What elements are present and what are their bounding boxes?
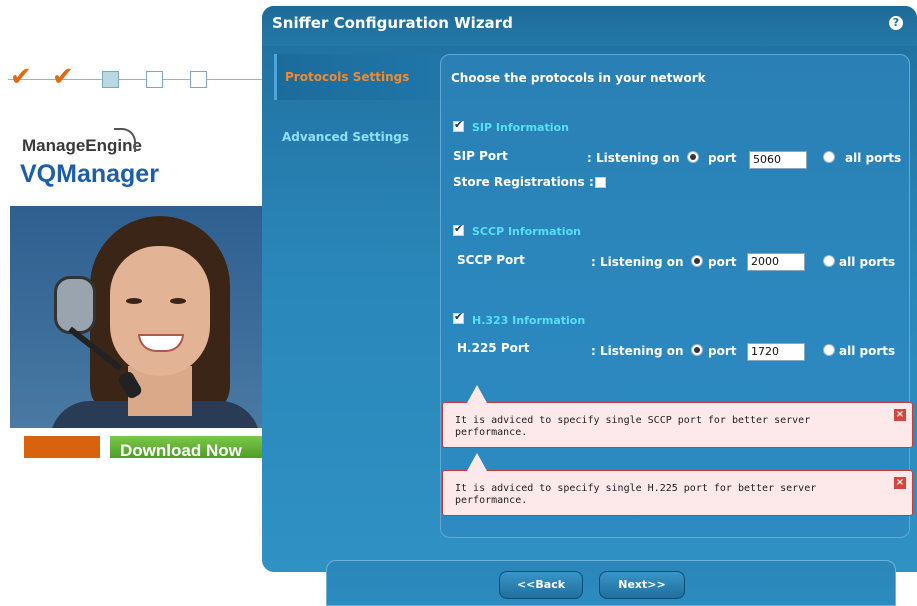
sccp-all-ports-label: all ports bbox=[839, 255, 896, 269]
h225-port-label: H.225 Port bbox=[457, 341, 530, 355]
brand-product: VQManager bbox=[20, 160, 159, 188]
store-registrations-checkbox[interactable] bbox=[595, 177, 606, 188]
h323-checkbox[interactable] bbox=[453, 310, 464, 324]
sip-port-label: SIP Port bbox=[453, 149, 508, 163]
sccp-section-title: SCCP Information bbox=[472, 225, 581, 238]
h225-warning-tooltip: It is adviced to specify single H.225 po… bbox=[442, 453, 913, 516]
tooltip-pointer bbox=[467, 385, 487, 403]
sccp-port-input[interactable]: 2000 bbox=[747, 253, 805, 271]
sccp-all-ports-radio[interactable] bbox=[823, 255, 835, 267]
protocols-panel: Choose the protocols in your network SIP… bbox=[440, 54, 910, 538]
promo-orange-button[interactable] bbox=[24, 436, 100, 458]
brand-arc-icon bbox=[114, 128, 136, 152]
sccp-checkbox[interactable] bbox=[453, 222, 464, 236]
h323-section-title: H.323 Information bbox=[472, 314, 586, 327]
step-pending-box bbox=[146, 71, 163, 88]
store-registrations-colon: : bbox=[589, 175, 594, 189]
step-pending-box bbox=[190, 71, 207, 88]
wizard-footer: <<Back Next>> bbox=[326, 560, 896, 606]
back-button[interactable]: <<Back bbox=[499, 571, 583, 599]
h225-port-radio[interactable] bbox=[691, 344, 703, 356]
sccp-port-option-label: port bbox=[708, 255, 737, 269]
next-button[interactable]: Next>> bbox=[599, 571, 685, 599]
step-done-check-icon: ✔ bbox=[10, 62, 32, 92]
panel-heading: Choose the protocols in your network bbox=[451, 71, 706, 85]
sccp-listening-label: : Listening on bbox=[591, 255, 684, 269]
sip-port-input[interactable]: 5060 bbox=[749, 151, 807, 169]
h225-listening-label: : Listening on bbox=[591, 344, 684, 358]
sidebar-item-label: Protocols Settings bbox=[285, 70, 410, 84]
support-agent-photo bbox=[10, 206, 272, 428]
sidebar-item-advanced-settings[interactable]: Advanced Settings bbox=[282, 130, 409, 144]
tooltip-pointer bbox=[467, 453, 487, 471]
step-current-box bbox=[102, 71, 119, 88]
close-icon[interactable]: × bbox=[894, 409, 906, 421]
sip-listening-label: : Listening on bbox=[587, 151, 680, 165]
h225-port-input[interactable]: 1720 bbox=[747, 343, 805, 361]
sccp-warning-text: It is adviced to specify single SCCP por… bbox=[455, 415, 811, 438]
wizard-title: Sniffer Configuration Wizard bbox=[272, 14, 513, 32]
sidebar-item-protocols-settings[interactable]: Protocols Settings bbox=[274, 54, 440, 100]
store-registrations-label: Store Registrations bbox=[453, 175, 585, 189]
sip-all-ports-radio[interactable] bbox=[823, 151, 835, 163]
h225-port-option-label: port bbox=[708, 344, 737, 358]
sip-all-ports-label: all ports bbox=[845, 151, 902, 165]
sip-port-option-label: port bbox=[708, 151, 737, 165]
progress-line bbox=[8, 79, 270, 80]
h225-all-ports-radio[interactable] bbox=[823, 344, 835, 356]
h225-warning-text: It is adviced to specify single H.225 po… bbox=[455, 483, 817, 506]
step-done-check-icon: ✔ bbox=[52, 62, 74, 92]
h225-all-ports-label: all ports bbox=[839, 344, 896, 358]
download-now-button[interactable]: Download Now bbox=[110, 436, 272, 458]
progress-steps: ✔ ✔ bbox=[8, 64, 270, 94]
sip-section-title: SIP Information bbox=[472, 121, 569, 134]
sccp-warning-tooltip: It is adviced to specify single SCCP por… bbox=[442, 385, 913, 448]
sccp-port-radio[interactable] bbox=[691, 255, 703, 267]
close-icon[interactable]: × bbox=[894, 477, 906, 489]
help-icon[interactable]: ? bbox=[889, 16, 903, 30]
sip-port-radio[interactable] bbox=[687, 151, 699, 163]
sip-checkbox[interactable] bbox=[453, 118, 464, 132]
sccp-port-label: SCCP Port bbox=[457, 253, 525, 267]
